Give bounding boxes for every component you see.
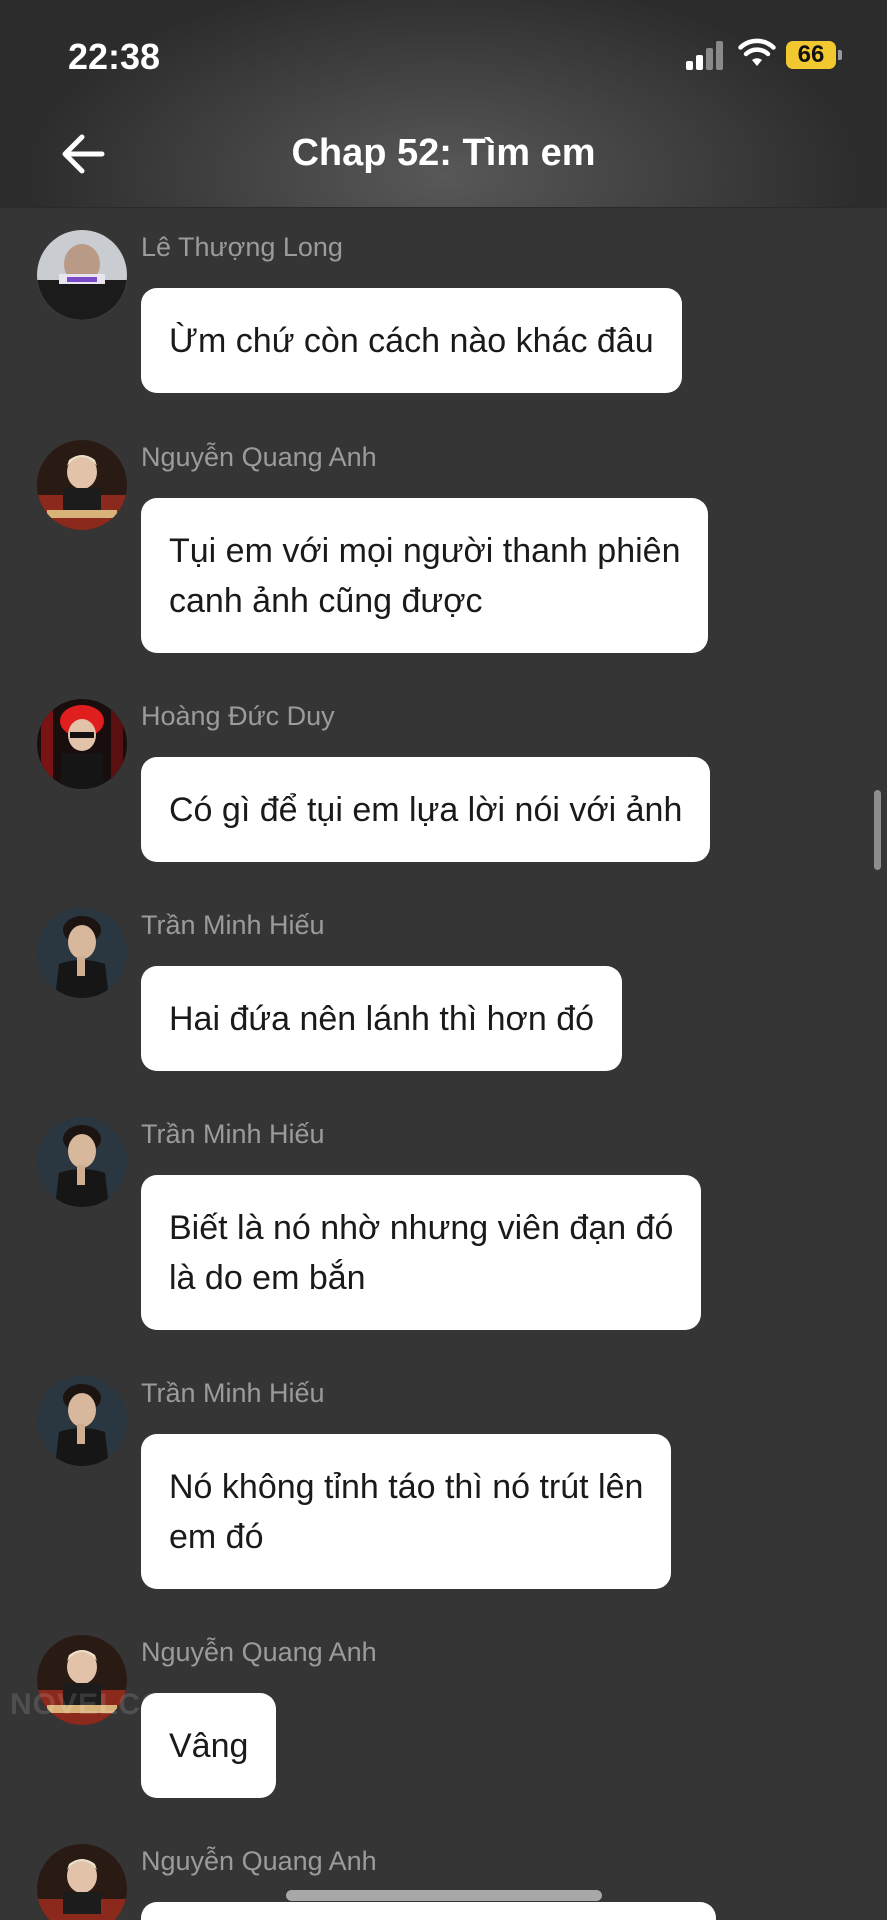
message-text: em đó bbox=[169, 1518, 264, 1556]
chat-screen: 22:38 66 Chap 52: Tìm em Lê Thượng Long … bbox=[0, 0, 887, 1920]
sender-name: Lê Thượng Long bbox=[141, 232, 343, 262]
message-text: Hai đứa nên lánh thì hơn đó bbox=[169, 1000, 595, 1038]
avatar[interactable] bbox=[37, 440, 127, 530]
message-text: Tụi em với mọi người thanh phiên bbox=[169, 532, 681, 570]
avatar[interactable] bbox=[37, 1117, 127, 1207]
message-bubble[interactable]: Tụi em với mọi người thanh phiên canh ản… bbox=[141, 498, 709, 653]
message-text: Ừm chứ còn cách nào khác đâu bbox=[169, 322, 654, 360]
message-bubble[interactable]: Hai đứa nên lánh thì hơn đó bbox=[141, 966, 623, 1071]
sender-name: Hoàng Đức Duy bbox=[141, 701, 335, 731]
avatar[interactable] bbox=[37, 230, 127, 320]
avatar[interactable] bbox=[37, 908, 127, 998]
home-indicator[interactable] bbox=[286, 1890, 602, 1901]
avatar[interactable] bbox=[37, 1844, 127, 1920]
header-bar: 22:38 66 Chap 52: Tìm em bbox=[0, 0, 887, 208]
message-text: canh ảnh cũng được bbox=[169, 582, 483, 620]
watermark: NOVELCON bbox=[10, 1688, 189, 1721]
message-bubble[interactable] bbox=[141, 1902, 716, 1920]
message-bubble[interactable]: Có gì để tụi em lựa lời nói với ảnh bbox=[141, 757, 711, 862]
sender-name: Trần Minh Hiếu bbox=[141, 1378, 325, 1408]
message-text: Biết là nó nhờ nhưng viên đạn đó bbox=[169, 1209, 674, 1247]
message-text: Nó không tỉnh táo thì nó trút lên bbox=[169, 1468, 644, 1506]
battery-level: 66 bbox=[786, 41, 836, 69]
avatar[interactable] bbox=[37, 699, 127, 789]
message-text: Vâng bbox=[169, 1727, 249, 1765]
sender-name: Nguyễn Quang Anh bbox=[141, 442, 377, 472]
page-title: Chap 52: Tìm em bbox=[291, 132, 596, 174]
message-text: là do em bắn bbox=[169, 1259, 366, 1297]
wifi-icon bbox=[738, 38, 776, 66]
message-bubble[interactable]: Ừm chứ còn cách nào khác đâu bbox=[141, 288, 682, 393]
sender-name: Nguyễn Quang Anh bbox=[141, 1637, 377, 1667]
cellular-signal-icon bbox=[686, 40, 726, 70]
message-text: Có gì để tụi em lựa lời nói với ảnh bbox=[169, 791, 683, 829]
message-bubble[interactable]: Nó không tỉnh táo thì nó trút lên em đó bbox=[141, 1434, 672, 1589]
sender-name: Trần Minh Hiếu bbox=[141, 910, 325, 940]
status-time: 22:38 bbox=[68, 36, 161, 77]
sender-name: Nguyễn Quang Anh bbox=[141, 1846, 377, 1876]
avatar[interactable] bbox=[37, 1376, 127, 1466]
scrollbar[interactable] bbox=[874, 790, 881, 870]
message-bubble[interactable]: Biết là nó nhờ nhưng viên đạn đó là do e… bbox=[141, 1175, 702, 1330]
battery-icon: 66 bbox=[786, 41, 842, 69]
sender-name: Trần Minh Hiếu bbox=[141, 1119, 325, 1149]
